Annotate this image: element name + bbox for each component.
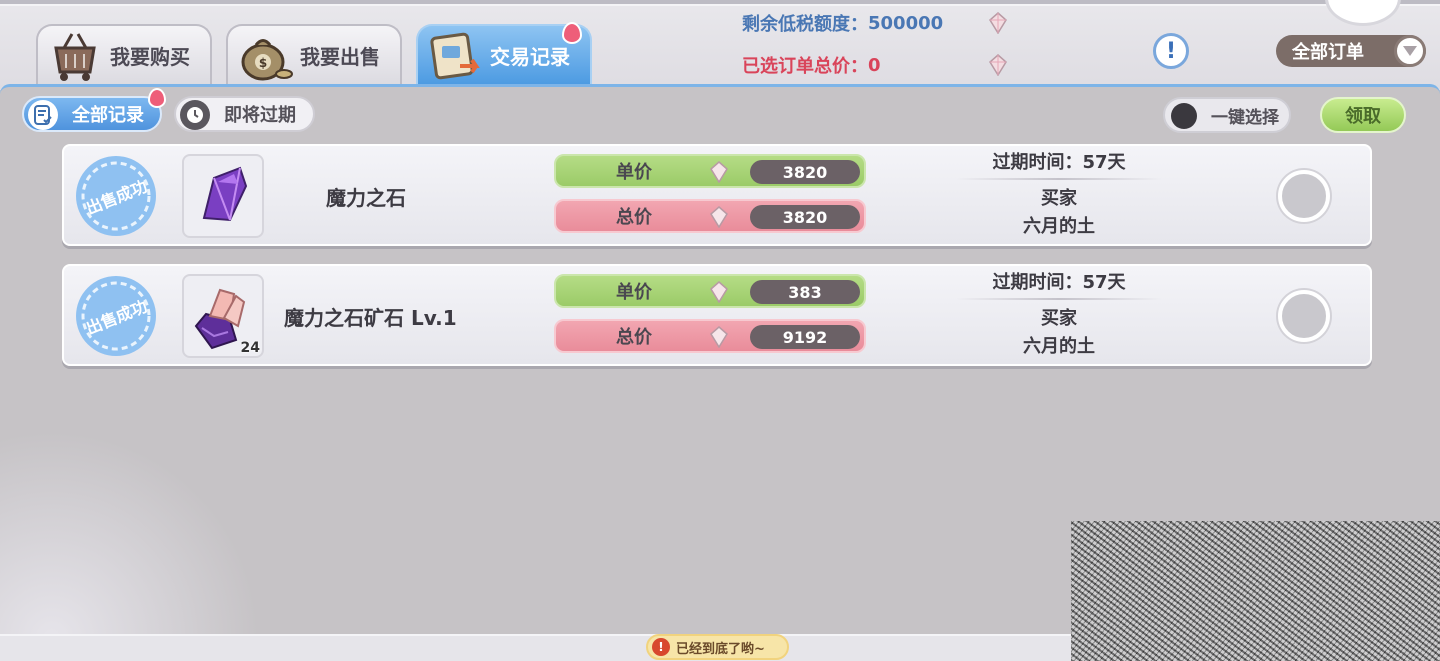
selected-total-label: 已选订单总价： <box>742 56 868 77</box>
total-price-bar: 总价 9192 <box>554 319 866 353</box>
unit-price-value: 3820 <box>750 160 860 184</box>
buyer-label: 买家 <box>1041 308 1077 329</box>
end-of-list-message: 已经到底了哟~ <box>676 641 765 657</box>
gem-currency-icon <box>989 12 1007 34</box>
item-name: 魔力之石矿石 Lv.1 <box>284 305 457 330</box>
buyer-label: 买家 <box>1041 188 1077 209</box>
tax-quota-line: 剩余低税额度： 500000 <box>742 10 943 36</box>
record-card: 出售成功 24 魔力之石矿石 Lv.1 单价 383 总价 9192 过期时间：… <box>62 264 1372 366</box>
gem-currency-icon <box>710 206 728 228</box>
sold-stamp: 出售成功 <box>74 154 158 238</box>
expire-time: 过期时间：57天 <box>992 152 1126 173</box>
unit-price-value: 383 <box>750 280 860 304</box>
claim-button-label: 领取 <box>1345 106 1381 127</box>
unit-price-label: 单价 <box>616 162 652 183</box>
tab-buy[interactable]: 我要购买 <box>36 24 212 84</box>
claim-button[interactable]: 领取 <box>1320 97 1406 133</box>
info-icon-glyph: ! <box>1165 38 1177 64</box>
trade-record-icon <box>430 32 480 80</box>
chevron-down-icon <box>1394 35 1426 67</box>
select-radio[interactable] <box>1278 170 1330 222</box>
unit-price-label: 单价 <box>616 282 652 303</box>
tax-quota-label: 剩余低税额度： <box>742 14 868 35</box>
item-name: 魔力之石 <box>326 185 406 210</box>
clock-history-icon <box>180 100 210 130</box>
notification-badge <box>562 22 582 44</box>
tax-quota-value: 500000 <box>868 12 944 34</box>
selected-total-value: 0 <box>868 54 881 76</box>
money-bag-icon: $ <box>241 39 293 81</box>
total-price-label: 总价 <box>616 327 652 348</box>
order-filter-label: 全部订单 <box>1292 42 1364 63</box>
toggle-knob <box>1171 103 1197 129</box>
purple-crystal-icon <box>202 166 248 222</box>
tab-sell-label: 我要出售 <box>300 44 380 69</box>
expire-time: 过期时间：57天 <box>992 272 1126 293</box>
gem-currency-icon <box>989 54 1007 76</box>
subtab-expiring[interactable]: 即将过期 <box>174 96 315 132</box>
item-slot[interactable] <box>182 154 264 238</box>
panel-glow <box>0 430 260 661</box>
unit-price-bar: 单价 383 <box>554 274 866 308</box>
buyer-name: 六月的土 <box>1023 336 1095 357</box>
order-filter-dropdown[interactable]: 全部订单 <box>1276 35 1426 67</box>
info-icon[interactable]: ! <box>1153 33 1189 69</box>
subtab-expiring-label: 即将过期 <box>224 105 296 126</box>
select-radio[interactable] <box>1278 290 1330 342</box>
gem-currency-icon <box>710 281 728 303</box>
total-price-bar: 总价 3820 <box>554 199 866 233</box>
basket-icon <box>54 33 96 81</box>
record-card: 出售成功 魔力之石 单价 3820 总价 3820 过期时间：57天 买家 六月… <box>62 144 1372 246</box>
total-price-value: 3820 <box>750 205 860 229</box>
gem-currency-icon <box>710 326 728 348</box>
total-price-value: 9192 <box>750 325 860 349</box>
svg-text:$: $ <box>259 56 267 70</box>
noise-overlay <box>1071 521 1440 661</box>
divider <box>956 298 1162 300</box>
total-price-label: 总价 <box>616 207 652 228</box>
item-count: 24 <box>240 340 260 356</box>
buyer-name: 六月的土 <box>1023 216 1095 237</box>
selected-total-line: 已选订单总价： 0 <box>742 52 881 78</box>
tab-sell[interactable]: $ 我要出售 <box>226 24 402 84</box>
record-list-icon <box>28 100 58 130</box>
sold-stamp: 出售成功 <box>74 274 158 358</box>
top-header-background <box>0 0 1440 90</box>
subtab-all-records-label: 全部记录 <box>72 105 144 126</box>
subtab-all-records[interactable]: 全部记录 <box>22 88 166 132</box>
tab-trade-record[interactable]: 交易记录 <box>416 22 592 84</box>
tab-trade-record-label: 交易记录 <box>490 44 570 69</box>
tab-buy-label: 我要购买 <box>110 44 190 69</box>
unit-price-bar: 单价 3820 <box>554 154 866 188</box>
gem-currency-icon <box>710 161 728 183</box>
divider <box>956 178 1162 180</box>
notification-badge <box>148 88 166 108</box>
item-slot[interactable]: 24 <box>182 274 264 358</box>
select-all-toggle[interactable]: 一键选择 <box>1163 97 1291 133</box>
warning-icon: ! <box>652 638 670 656</box>
top-edge <box>0 0 1440 6</box>
end-of-list-toast: ! 已经到底了哟~ <box>646 634 789 660</box>
select-all-label: 一键选择 <box>1211 107 1279 128</box>
